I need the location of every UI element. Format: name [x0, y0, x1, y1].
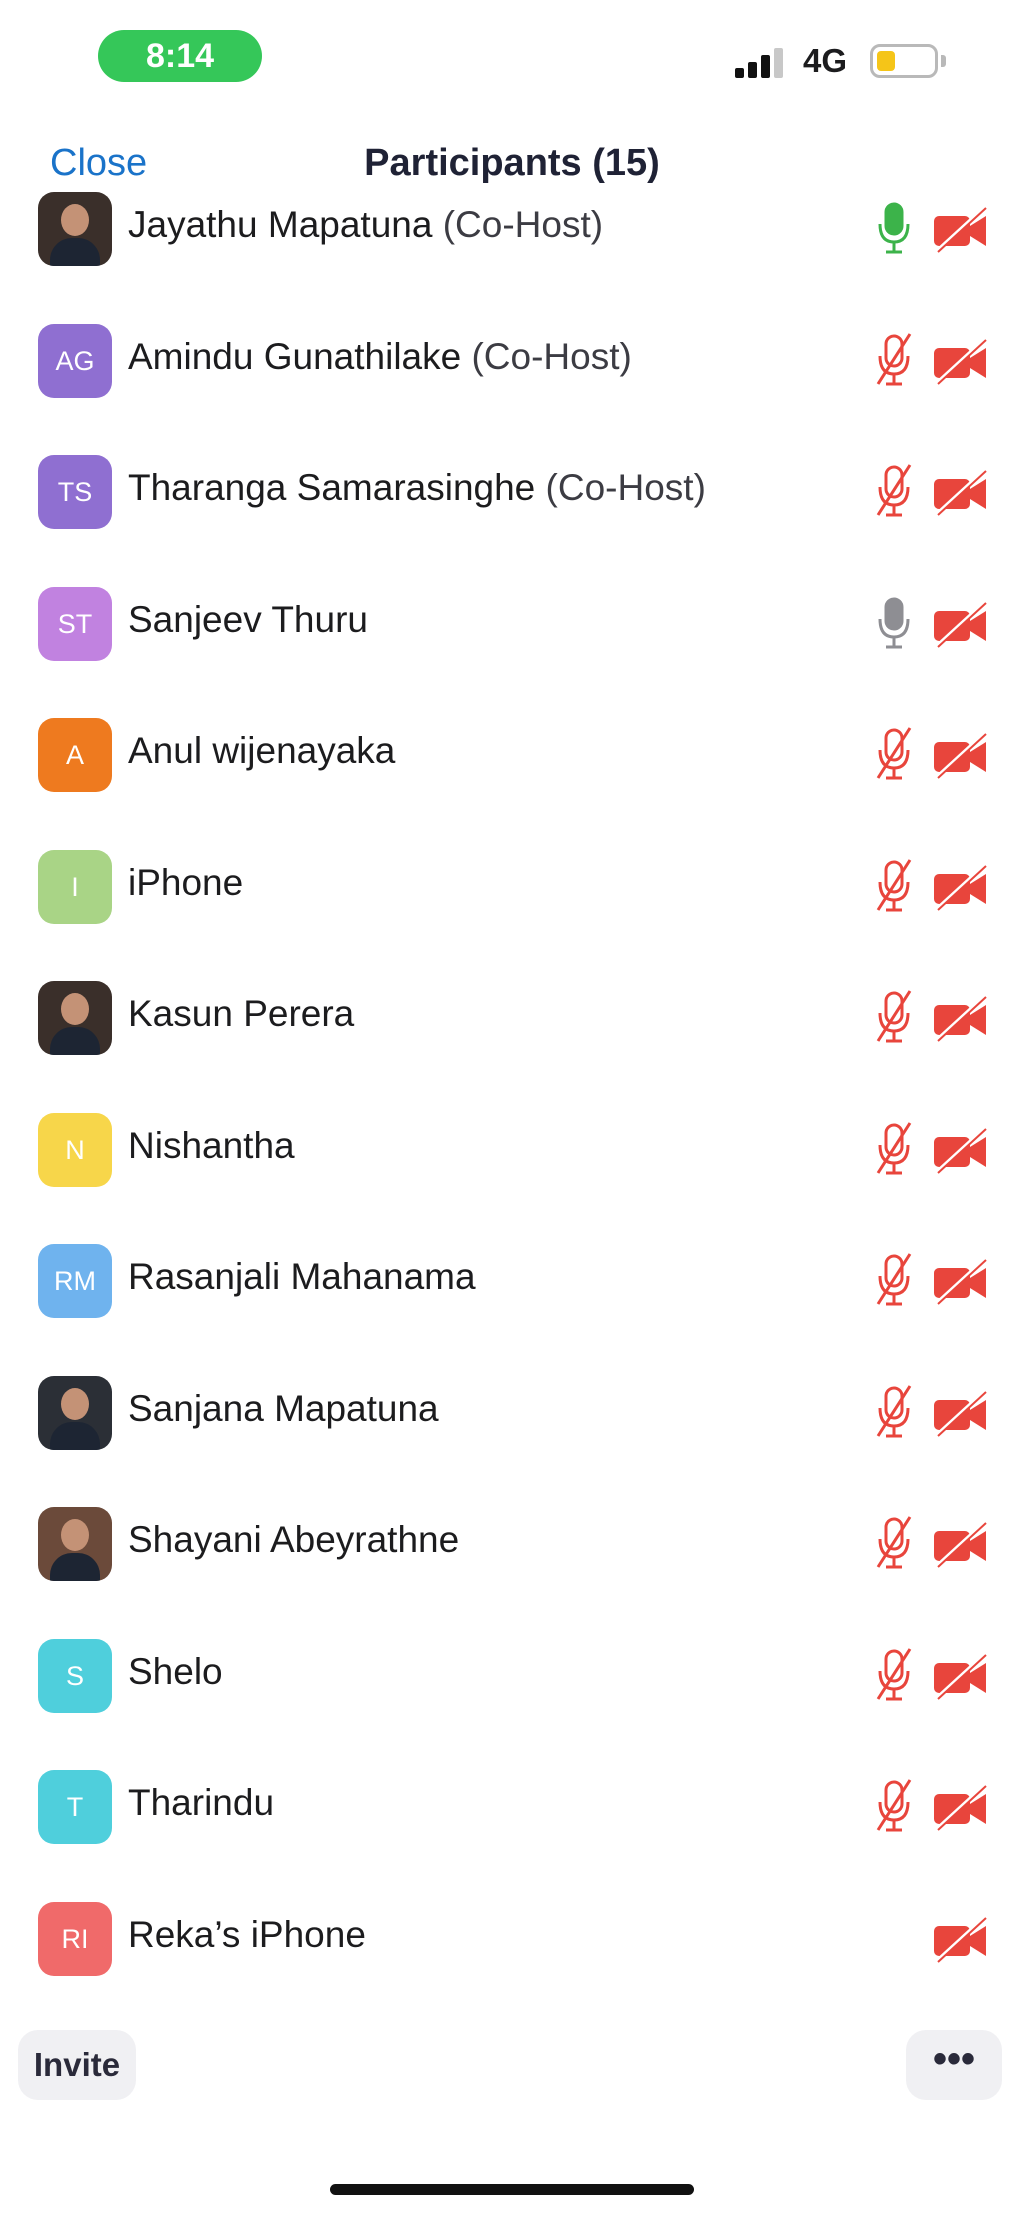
video-off-icon[interactable]: [932, 1390, 988, 1438]
avatar: S: [38, 1638, 112, 1713]
mic-muted-icon[interactable]: [872, 1647, 916, 1703]
participant-name-text: iPhone: [128, 861, 244, 903]
participant-row[interactable]: Shayani Abeyrathne: [0, 1489, 1024, 1589]
participant-name: Tharindu: [128, 1782, 274, 1824]
participant-role: (Co-Host): [545, 467, 706, 508]
invite-button[interactable]: Invite: [18, 2030, 136, 2100]
avatar: RI: [38, 1901, 112, 1976]
video-off-icon[interactable]: [932, 601, 988, 649]
participant-name-text: Nishantha: [128, 1124, 295, 1166]
microphone-icon[interactable]: [872, 200, 916, 256]
participant-name: Rasanjali Mahanama: [128, 1256, 476, 1298]
mic-muted-icon[interactable]: [872, 332, 916, 388]
mic-muted-icon[interactable]: [872, 1252, 916, 1308]
participant-role: (Co-Host): [442, 204, 604, 245]
mic-muted-icon[interactable]: [872, 726, 916, 782]
participant-row[interactable]: AG Amindu Gunathilake (Co-Host): [0, 306, 1024, 406]
participant-row[interactable]: S Shelo: [0, 1621, 1024, 1721]
participant-name-text: Shelo: [128, 1650, 223, 1692]
status-bar: 8:14 4G: [0, 0, 1024, 110]
mic-muted-icon[interactable]: [872, 858, 916, 914]
participant-name: Shayani Abeyrathne: [128, 1519, 459, 1561]
signal-strength-icon: [735, 46, 789, 78]
avatar: TS: [38, 455, 112, 529]
participant-name: Jayathu Mapatuna (Co-Host): [128, 204, 603, 246]
participant-name: iPhone: [128, 862, 243, 904]
participant-name-text: Tharanga Samarasinghe: [128, 467, 536, 508]
participant-name-text: Sanjeev Thuru: [128, 598, 368, 640]
avatar: [38, 1507, 112, 1581]
participant-name-text: Shayani Abeyrathne: [128, 1519, 460, 1560]
participant-name-text: Jayathu Mapatuna: [128, 204, 433, 245]
video-off-icon[interactable]: [932, 1521, 988, 1569]
mic-muted-icon[interactable]: [872, 1515, 916, 1571]
participant-name: Reka’s iPhone: [128, 1914, 366, 1956]
video-off-icon[interactable]: [932, 469, 988, 517]
participant-row[interactable]: RI Reka’s iPhone: [0, 1884, 1024, 1984]
avatar: [38, 981, 112, 1055]
avatar: A: [38, 718, 112, 792]
participant-name: Amindu Gunathilake (Co-Host): [128, 336, 632, 378]
participant-name: Kasun Perera: [128, 993, 354, 1035]
video-off-icon[interactable]: [932, 338, 988, 386]
participant-name-text: Reka’s iPhone: [128, 1913, 366, 1955]
video-off-icon[interactable]: [932, 1653, 988, 1701]
avatar: [38, 1375, 112, 1450]
home-indicator: [330, 2184, 694, 2195]
video-off-icon[interactable]: [932, 206, 988, 254]
participant-name: Sanjeev Thuru: [128, 599, 368, 641]
avatar: ST: [38, 586, 112, 661]
avatar: RM: [38, 1244, 112, 1318]
participant-row[interactable]: RM Rasanjali Mahanama: [0, 1226, 1024, 1326]
participant-name-text: Amindu Gunathilake: [128, 335, 462, 377]
avatar: I: [38, 849, 112, 924]
participant-row[interactable]: Sanjana Mapatuna: [0, 1358, 1024, 1458]
video-off-icon[interactable]: [932, 1916, 988, 1964]
participant-name-text: Kasun Perera: [128, 993, 355, 1034]
video-off-icon[interactable]: [932, 864, 988, 912]
avatar: AG: [38, 323, 112, 398]
participant-name-text: Anul wijenayaka: [128, 730, 396, 771]
more-options-button[interactable]: •••: [906, 2030, 1002, 2100]
video-off-icon[interactable]: [932, 1127, 988, 1175]
participant-name: Anul wijenayaka: [128, 730, 395, 772]
participant-row[interactable]: TS Tharanga Samarasinghe (Co-Host): [0, 437, 1024, 537]
mic-muted-icon[interactable]: [872, 463, 916, 519]
participant-row[interactable]: Kasun Perera: [0, 963, 1024, 1063]
battery-icon: [870, 44, 938, 78]
mic-muted-icon[interactable]: [872, 1778, 916, 1834]
participant-role: (Co-Host): [471, 335, 632, 377]
mic-muted-icon[interactable]: [872, 1121, 916, 1177]
network-type: 4G: [803, 42, 848, 79]
avatar: T: [38, 1770, 112, 1844]
video-off-icon[interactable]: [932, 995, 988, 1043]
battery-tip: [941, 55, 946, 67]
participant-name-text: Rasanjali Mahanama: [128, 1256, 476, 1297]
participant-name: Shelo: [128, 1651, 223, 1693]
video-off-icon[interactable]: [932, 1258, 988, 1306]
mic-muted-icon[interactable]: [872, 1384, 916, 1440]
video-off-icon[interactable]: [932, 732, 988, 780]
participant-name: Sanjana Mapatuna: [128, 1388, 439, 1430]
mic-muted-icon[interactable]: [872, 989, 916, 1045]
avatar: [38, 192, 112, 266]
video-off-icon[interactable]: [932, 1784, 988, 1832]
participant-name: Nishantha: [128, 1125, 295, 1167]
participant-name-text: Tharindu: [128, 1782, 275, 1823]
participant-row[interactable]: Jayathu Mapatuna (Co-Host): [0, 174, 1024, 274]
participant-row[interactable]: N Nishantha: [0, 1095, 1024, 1195]
participant-row[interactable]: T Tharindu: [0, 1752, 1024, 1852]
microphone-icon[interactable]: [872, 595, 916, 651]
participant-name-text: Sanjana Mapatuna: [128, 1387, 439, 1429]
status-time: 8:14: [98, 30, 262, 82]
participant-name: Tharanga Samarasinghe (Co-Host): [128, 467, 706, 509]
participant-row[interactable]: ST Sanjeev Thuru: [0, 569, 1024, 669]
avatar: N: [38, 1112, 112, 1187]
participant-row[interactable]: A Anul wijenayaka: [0, 700, 1024, 800]
participant-row[interactable]: IiPhone: [0, 832, 1024, 932]
